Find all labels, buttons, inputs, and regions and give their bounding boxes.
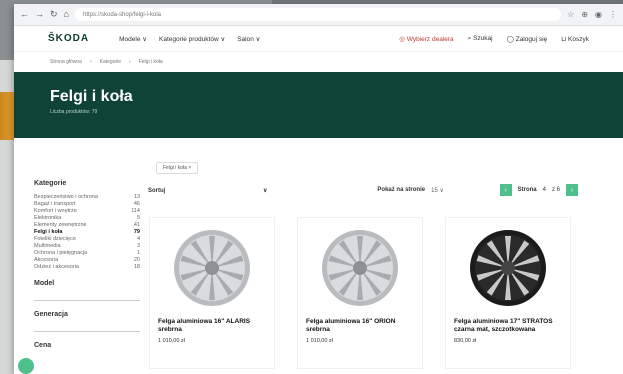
product-count: Liczba produktów: 79	[50, 109, 98, 115]
product-price: 830,00 zł	[454, 338, 477, 344]
menu-item-salon[interactable]: Salon ∨	[237, 35, 260, 43]
category-label: Bezpieczeństwo i ochrona	[34, 193, 98, 200]
main-menu: Modele ∨ Kategorie produktów ∨ Salon ∨	[119, 35, 260, 43]
category-item[interactable]: Bezpieczeństwo i ochrona 13	[34, 193, 140, 200]
brand-logo[interactable]: ŠKODA	[48, 33, 89, 44]
category-count: 114	[131, 207, 140, 214]
sidebar-title: Kategorie	[34, 180, 67, 187]
product-image[interactable]	[310, 228, 410, 308]
per-page-label: Pokaż na stronie	[377, 187, 426, 193]
page-total: z 6	[551, 187, 560, 193]
category-label: Elementy zewnętrzne	[34, 221, 87, 228]
bookmark-icon[interactable]: ☆	[567, 10, 574, 19]
category-label: Elektronika	[34, 214, 62, 221]
cart-button[interactable]: ⊔ Koszyk	[561, 35, 589, 43]
category-item[interactable]: Ochrona i pielęgnacja 1	[34, 249, 140, 256]
listing-toolbar: Sortuj ∨ Pokaż na stronie 15 ∨ ‹ Strona …	[148, 182, 578, 198]
profile-icon[interactable]: ◉	[595, 10, 602, 19]
category-label: Odzież i akcesoria	[34, 263, 79, 270]
category-count: 3	[136, 242, 140, 249]
active-filter-chip[interactable]: Felgi i koła ×	[156, 162, 199, 174]
filter-model[interactable]: Model	[34, 280, 140, 301]
category-item[interactable]: Akcesoria 20	[34, 256, 140, 263]
filter-generation[interactable]: Generacja	[34, 311, 140, 332]
page-title: Felgi i koła	[50, 88, 133, 105]
category-count: 46	[133, 200, 140, 207]
account-button[interactable]: ◯ Zaloguj się	[507, 35, 548, 43]
category-count: 4	[136, 235, 140, 242]
category-label: Bagaż i transport	[34, 200, 76, 207]
extension-icon[interactable]: ⊕	[581, 10, 588, 19]
generation-select[interactable]	[34, 322, 140, 332]
page-current[interactable]: 4	[543, 187, 546, 193]
search-button[interactable]: ⌕ Szukaj	[468, 35, 493, 43]
category-item[interactable]: Elementy zewnętrzne 41	[34, 221, 140, 228]
menu-item-models[interactable]: Modele ∨	[119, 35, 147, 43]
sort-dropdown[interactable]: Sortuj ∨	[148, 187, 267, 194]
address-bar[interactable]: https://skoda-shop/felgi-i-kola	[74, 8, 562, 21]
product-card[interactable]: Felga aluminiowa 16" ORION srebrna 1 010,…	[298, 218, 422, 368]
filter-price[interactable]: Cena	[34, 342, 140, 349]
category-label: Ochrona i pielęgnacja	[34, 249, 88, 256]
pagination: ‹ Strona 4 z 6 ›	[499, 184, 578, 196]
product-grid: Felga aluminiowa 16" ALARIS srebrna 1 010…	[150, 218, 570, 368]
category-count: 5	[136, 214, 140, 221]
reload-icon[interactable]: ↻	[50, 9, 58, 20]
browser-toolbar: ← → ↻ ⌂ https://skoda-shop/felgi-i-kola …	[14, 4, 623, 26]
category-item[interactable]: Bagaż i transport 46	[34, 200, 140, 207]
dealer-select[interactable]: ◎ Wybierz dealera	[399, 35, 453, 43]
per-page-select[interactable]: 15 ∨	[431, 187, 444, 194]
back-icon[interactable]: ←	[20, 9, 29, 20]
category-hero: Felgi i koła Liczba produktów: 79	[14, 72, 623, 138]
product-name[interactable]: Felga aluminiowa 17" STRATOS czarna mat,…	[454, 318, 562, 334]
category-count: 79	[133, 228, 140, 235]
product-price: 1 010,00 zł	[158, 338, 185, 344]
menu-icon[interactable]: ⋮	[609, 10, 617, 19]
category-count: 1	[136, 249, 140, 256]
chat-icon[interactable]	[18, 358, 34, 374]
model-select[interactable]	[34, 291, 140, 301]
category-count: 18	[133, 263, 140, 270]
category-label: Felgi i koła	[34, 228, 63, 235]
category-list: Bezpieczeństwo i ochrona 13 Bagaż i transp…	[34, 193, 140, 270]
category-label: Multimedia	[34, 242, 61, 249]
forward-icon[interactable]: →	[35, 9, 44, 20]
header-actions: ◎ Wybierz dealera ⌕ Szukaj ◯ Zaloguj się…	[399, 35, 589, 43]
browser-nav: ← → ↻ ⌂	[20, 9, 69, 20]
category-item[interactable]: Elektronika 5	[34, 214, 140, 221]
category-count: 13	[133, 193, 140, 200]
browser-tools: ☆ ⊕ ◉ ⋮	[567, 10, 617, 19]
product-name[interactable]: Felga aluminiowa 16" ALARIS srebrna	[158, 318, 266, 334]
prev-page-button[interactable]: ‹	[499, 184, 512, 196]
category-count: 20	[133, 256, 140, 263]
category-label: Foteliki dziecięce	[34, 235, 76, 242]
sidebar: Kategorie Bezpieczeństwo i ochrona 13 Baga…	[34, 180, 140, 353]
page-label: Strona	[517, 187, 537, 193]
next-page-button[interactable]: ›	[566, 184, 578, 196]
category-label: Akcesoria	[34, 256, 59, 263]
product-price: 1 010,00 zł	[306, 338, 333, 344]
product-card[interactable]: Felga aluminiowa 16" ALARIS srebrna 1 010…	[150, 218, 274, 368]
breadcrumb-home[interactable]: Strona główna	[50, 59, 82, 65]
site-header: ŠKODA Modele ∨ Kategorie produktów ∨ Sal…	[14, 26, 623, 52]
category-item[interactable]: Felgi i koła 79	[34, 228, 140, 235]
breadcrumb-categories[interactable]: Kategorie	[100, 59, 121, 65]
category-count: 41	[133, 221, 140, 228]
category-item[interactable]: Multimedia 3	[34, 242, 140, 249]
category-label: Komfort i wnętrze	[34, 207, 77, 214]
category-item[interactable]: Foteliki dziecięce 4	[34, 235, 140, 242]
product-name[interactable]: Felga aluminiowa 16" ORION srebrna	[306, 318, 414, 334]
product-card[interactable]: Felga aluminiowa 17" STRATOS czarna mat,…	[446, 218, 570, 368]
product-image[interactable]	[458, 228, 558, 308]
category-item[interactable]: Komfort i wnętrze 114	[34, 207, 140, 214]
home-icon[interactable]: ⌂	[64, 9, 69, 20]
product-image[interactable]	[162, 228, 262, 308]
breadcrumb-current: Felgi i koła	[138, 59, 163, 65]
breadcrumb: Strona główna › Kategorie › Felgi i koła	[50, 59, 163, 65]
category-item[interactable]: Odzież i akcesoria 18	[34, 263, 140, 270]
menu-item-categories[interactable]: Kategorie produktów ∨	[159, 35, 225, 43]
